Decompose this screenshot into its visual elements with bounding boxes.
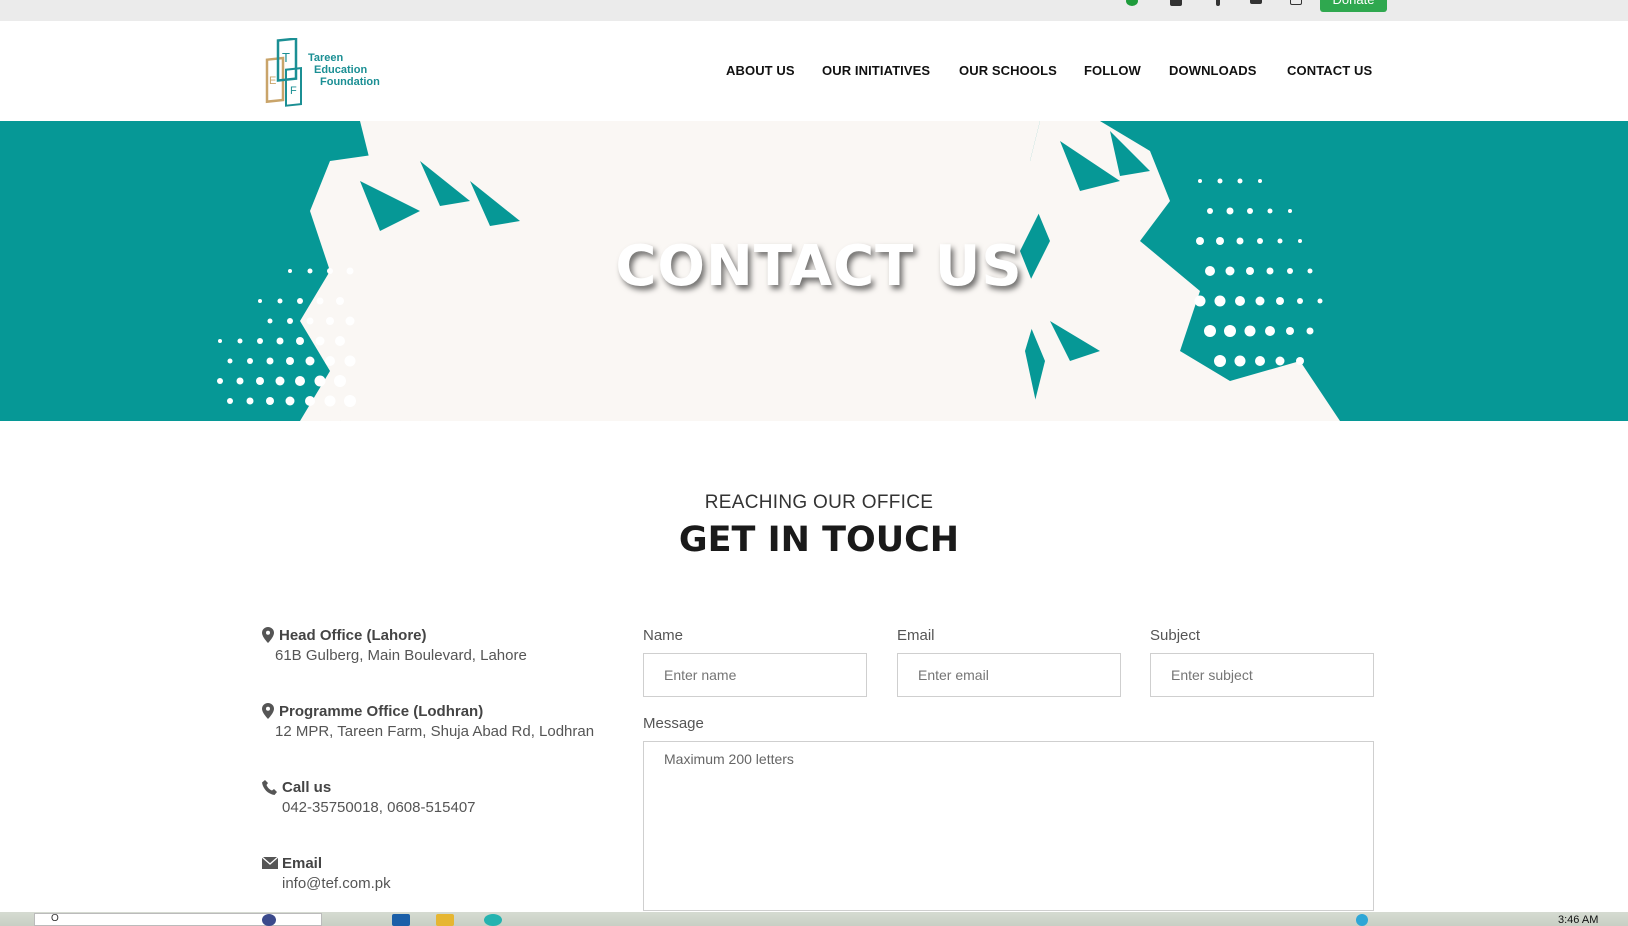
nav-contact-us[interactable]: CONTACT US (1287, 63, 1372, 78)
youtube-icon[interactable] (1290, 0, 1302, 5)
instagram-icon[interactable] (1170, 0, 1182, 6)
map-marker-icon (262, 703, 274, 719)
message-label: Message (643, 715, 704, 732)
email-title: Email (282, 855, 323, 872)
section-heading: GET IN TOUCH (678, 520, 960, 560)
logo-text: Tareen Education Foundation (308, 52, 380, 88)
programme-office-address: 12 MPR, Tareen Farm, Shuja Abad Rd, Lodh… (275, 723, 595, 740)
email-address[interactable]: info@tef.com.pk (282, 875, 391, 892)
taskbar-search-input[interactable]: O (34, 913, 322, 926)
message-textarea[interactable]: Maximum 200 letters (643, 741, 1374, 911)
email-label: Email (897, 627, 935, 644)
page-banner: CONTACT US (0, 121, 1628, 421)
phone-icon (262, 780, 277, 795)
phone-numbers[interactable]: 042-35750018, 0608-515407 (282, 799, 476, 816)
os-taskbar: O (0, 912, 1628, 926)
taskbar-tray-icon[interactable] (1356, 914, 1368, 926)
nav-follow[interactable]: FOLLOW (1084, 63, 1141, 78)
nav-about-us[interactable]: ABOUT US (726, 63, 795, 78)
banner-title: CONTACT US (615, 234, 1023, 299)
logo-letter-f: F (290, 85, 297, 97)
logo-line-3: Foundation (320, 76, 380, 88)
subject-input[interactable] (1150, 653, 1374, 697)
programme-office-title: Programme Office (Lodhran) (279, 703, 484, 720)
top-utility-bar: Donate (0, 0, 1628, 21)
taskbar-app-icon[interactable] (392, 914, 410, 926)
taskbar-browser-icon[interactable] (484, 914, 502, 926)
taskbar-app-icon[interactable] (262, 914, 276, 926)
logo-line-1: Tareen (308, 52, 344, 64)
envelope-icon (262, 857, 278, 869)
head-office-address: 61B Gulberg, Main Boulevard, Lahore (275, 647, 527, 664)
donate-button[interactable]: Donate (1320, 0, 1387, 12)
nav-our-initiatives[interactable]: OUR INITIATIVES (822, 63, 930, 78)
logo-letter-e: E (269, 75, 276, 87)
facebook-icon[interactable] (1216, 0, 1220, 6)
logo-letter-t: T (282, 50, 290, 65)
email-input[interactable] (897, 653, 1121, 697)
subject-label: Subject (1150, 627, 1201, 644)
site-logo[interactable]: T E F Tareen Education Foundation (264, 37, 384, 108)
logo-line-2: Education (314, 64, 368, 76)
section-eyebrow: REACHING OUR OFFICE (704, 492, 934, 513)
taskbar-folder-icon[interactable] (436, 914, 454, 926)
site-header: T E F Tareen Education Foundation ABOUT … (0, 21, 1628, 121)
taskbar-clock: 3:46 AM (1558, 914, 1599, 926)
head-office-title: Head Office (Lahore) (279, 627, 427, 644)
logo-mark: T E F (265, 37, 302, 107)
nav-downloads[interactable]: DOWNLOADS (1169, 63, 1257, 78)
map-marker-icon (262, 627, 274, 643)
nav-our-schools[interactable]: OUR SCHOOLS (959, 63, 1057, 78)
twitter-icon[interactable] (1250, 0, 1262, 4)
call-us-title: Call us (282, 779, 332, 796)
name-label: Name (643, 627, 684, 644)
page: Donate T E F Tareen Education Foundation… (0, 0, 1628, 926)
name-input[interactable] (643, 653, 867, 697)
whatsapp-icon[interactable] (1126, 0, 1138, 6)
